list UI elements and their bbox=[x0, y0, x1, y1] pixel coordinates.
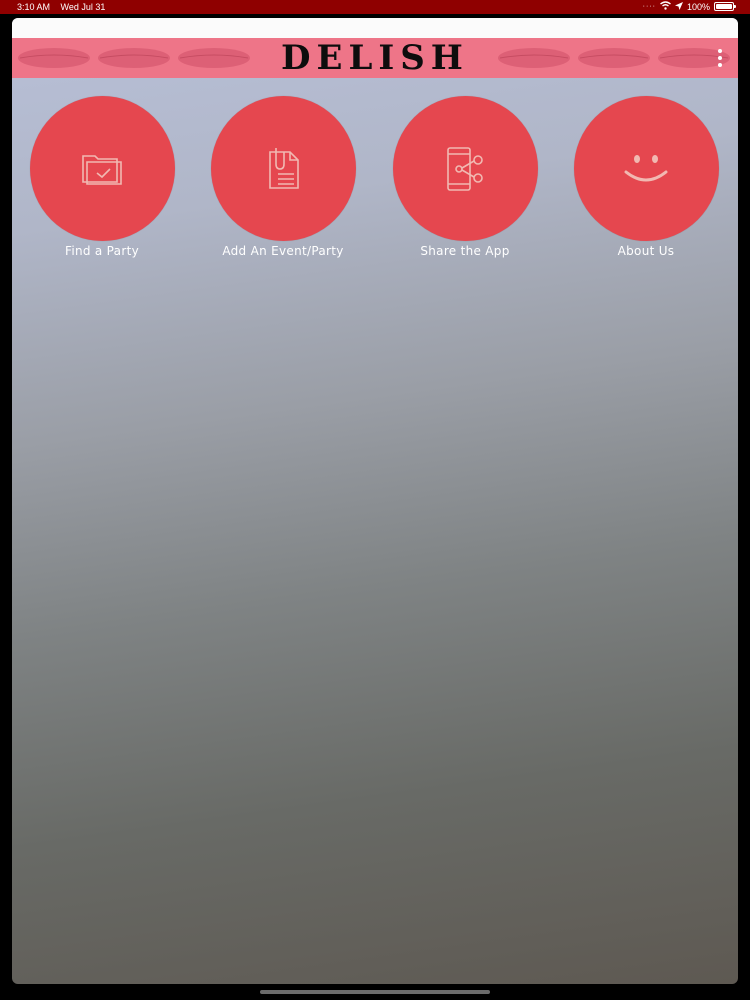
battery-fill bbox=[716, 4, 732, 9]
about-us-button[interactable] bbox=[573, 96, 719, 241]
share-app-tile[interactable]: Share the App bbox=[385, 96, 545, 258]
about-us-tile[interactable]: About Us bbox=[566, 96, 726, 258]
home-indicator[interactable] bbox=[260, 990, 490, 994]
status-time: 3:10 AM bbox=[17, 2, 51, 12]
add-event-label: Add An Event/Party bbox=[222, 244, 344, 258]
phone-share-icon bbox=[447, 146, 483, 191]
signal-dots-icon: ···· bbox=[642, 3, 656, 10]
brand-logo: DELISH bbox=[281, 38, 469, 78]
document-clip-icon bbox=[269, 147, 299, 189]
app-window: DELISH Find a Party Add An Event/Party S… bbox=[12, 18, 738, 984]
about-us-label: About Us bbox=[617, 244, 675, 258]
app-header: DELISH bbox=[12, 38, 738, 78]
find-party-label: Find a Party bbox=[65, 244, 139, 258]
share-app-label: Share the App bbox=[420, 244, 510, 258]
folder-check-icon bbox=[82, 154, 122, 185]
more-vertical-icon[interactable] bbox=[712, 45, 728, 71]
battery-icon bbox=[714, 2, 736, 11]
status-date: Wed Jul 31 bbox=[60, 2, 106, 12]
top-strip bbox=[12, 18, 738, 38]
add-event-tile[interactable]: Add An Event/Party bbox=[203, 96, 363, 258]
battery-percent: 100% bbox=[686, 1, 710, 12]
add-event-button[interactable] bbox=[210, 96, 356, 241]
smiley-icon bbox=[624, 154, 668, 181]
wifi-icon bbox=[660, 1, 671, 12]
location-arrow-icon bbox=[674, 1, 683, 12]
find-party-button[interactable] bbox=[29, 96, 175, 241]
share-app-button[interactable] bbox=[392, 96, 538, 241]
status-bar: 3:10 AM Wed Jul 31 ···· 100% bbox=[0, 0, 750, 14]
find-party-tile[interactable]: Find a Party bbox=[22, 96, 182, 258]
